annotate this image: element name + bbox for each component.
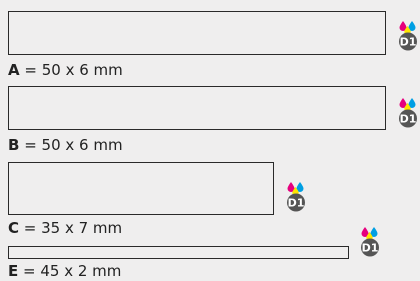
badge-text: D1: [400, 113, 417, 126]
dimension-letter: B: [8, 136, 20, 154]
label-area-a: [8, 11, 386, 55]
badge-text: D1: [288, 197, 305, 210]
color-print-d1-badge-icon: D1: [284, 180, 308, 212]
dimension-value: = 50 x 6 mm: [19, 136, 123, 154]
dimension-label-b: B = 50 x 6 mm: [8, 136, 123, 154]
dimension-label-c: C = 35 x 7 mm: [8, 219, 122, 237]
label-area-b: [8, 86, 386, 130]
badge-text: D1: [400, 36, 417, 49]
dimension-letter: A: [8, 61, 20, 79]
badge-text: D1: [362, 242, 379, 255]
color-print-d1-badge-icon: D1: [396, 96, 420, 128]
color-print-d1-badge-icon: D1: [396, 19, 420, 51]
color-print-d1-badge-icon: D1: [358, 225, 382, 257]
label-area-c: [8, 162, 274, 215]
dimension-letter: E: [8, 262, 19, 280]
label-area-e: [8, 246, 349, 259]
dimension-value: = 50 x 6 mm: [19, 61, 123, 79]
dimension-value: = 45 x 2 mm: [18, 262, 122, 280]
dimension-label-a: A = 50 x 6 mm: [8, 61, 123, 79]
dimension-label-e: E = 45 x 2 mm: [8, 262, 121, 280]
dimension-value: = 35 x 7 mm: [19, 219, 123, 237]
dimension-letter: C: [8, 219, 20, 237]
